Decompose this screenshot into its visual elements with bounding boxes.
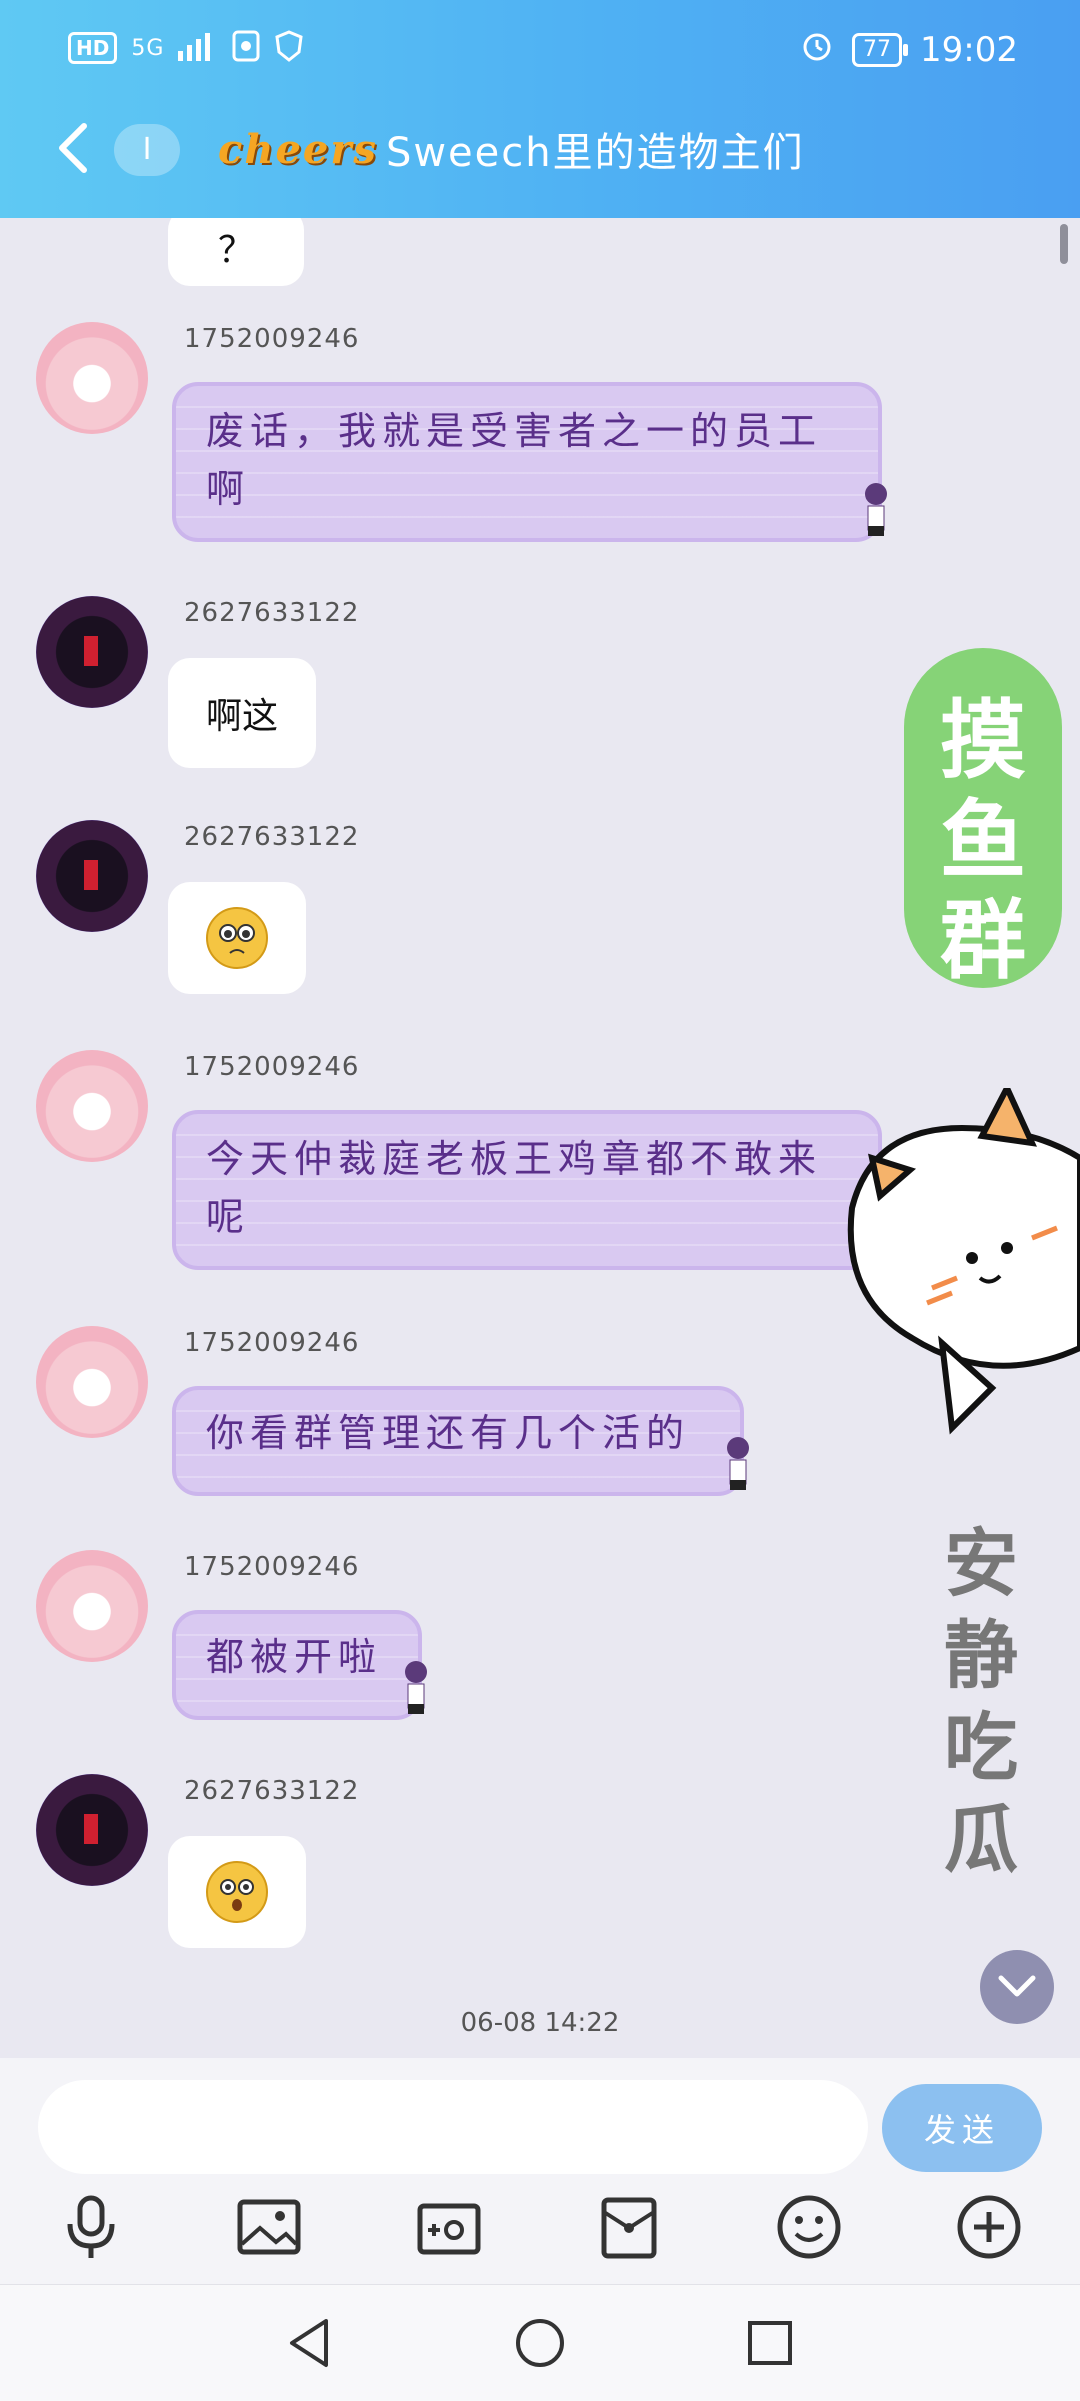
message-bubble[interactable] (168, 1836, 306, 1948)
status-bar: HD 5G 77 19:02 (0, 0, 1080, 105)
photo-icon[interactable] (234, 2192, 304, 2262)
home-circle-icon[interactable] (510, 2313, 570, 2373)
message-bubble[interactable]: 今天仲裁庭老板王鸡章都不敢来呢 (172, 1110, 887, 1270)
girl-decoration-icon (718, 1434, 758, 1504)
message-bubble[interactable]: 你看群管理还有几个活的 (172, 1386, 749, 1496)
quiet-eating-sticker: 安 静 吃 瓜 (944, 1518, 1034, 1886)
message-text: ？ (218, 230, 255, 271)
avatar[interactable] (36, 596, 148, 708)
sender-name: 1752009246 (184, 1552, 360, 1582)
status-right: 77 19:02 (800, 28, 1018, 71)
battery-indicator: 77 (852, 32, 909, 67)
girl-decoration-icon (396, 1658, 436, 1728)
sender-name: 2627633122 (184, 822, 360, 852)
avatar[interactable] (36, 820, 148, 932)
microphone-icon[interactable] (56, 2192, 126, 2262)
clock: 19:02 (920, 29, 1018, 70)
red-packet-icon[interactable] (594, 2192, 664, 2262)
signal-bars-icon (178, 31, 218, 65)
scroll-to-bottom-button[interactable] (980, 1950, 1054, 2024)
top-bar: HD 5G 77 19:02 I cheers Sweech里的造物主们 (0, 0, 1080, 218)
plus-icon[interactable] (954, 2192, 1024, 2262)
shield-icon (274, 30, 304, 66)
chat-title[interactable]: cheers Sweech里的造物主们 (218, 120, 805, 178)
timestamp: 06-08 14:22 (460, 2008, 620, 2038)
girl-decoration-icon (856, 480, 896, 550)
message-text: 啊这 (206, 696, 279, 737)
fishing-group-sticker: 摸 鱼 群 (904, 648, 1062, 991)
message-bubble-partial[interactable]: ？ (168, 218, 305, 286)
message-text: 废话，我就是受害者之一的员工啊 (206, 409, 823, 511)
sender-name: 2627633122 (184, 598, 360, 628)
smile-icon[interactable] (774, 2192, 844, 2262)
sticker-char: 吃 (944, 1705, 1018, 1791)
system-nav-bar (0, 2284, 1080, 2401)
chat-message-list[interactable]: ？ 1752009246 废话，我就是受害者之一的员工啊 2627633122 … (0, 218, 1080, 2058)
avatar[interactable] (36, 322, 148, 434)
recent-square-icon[interactable] (740, 2313, 800, 2373)
avatar[interactable] (36, 1550, 148, 1662)
message-text: 今天仲裁庭老板王鸡章都不敢来呢 (206, 1137, 823, 1239)
scrollbar[interactable] (1060, 224, 1068, 264)
sender-name: 1752009246 (184, 1328, 360, 1358)
message-bubble[interactable] (168, 882, 306, 994)
message-text: 你看群管理还有几个活的 (206, 1411, 691, 1455)
sticker-char: 安 (944, 1521, 1018, 1607)
sender-name: 1752009246 (184, 1052, 360, 1082)
pleading-face-icon (206, 907, 268, 969)
camera-icon[interactable] (414, 2192, 484, 2262)
message-bubble[interactable]: 都被开啦 (172, 1610, 427, 1720)
sticker-char: 群 (940, 891, 1026, 991)
alarm-icon (800, 28, 834, 71)
avatar[interactable] (36, 1326, 148, 1438)
message-text: 都被开啦 (206, 1635, 383, 1679)
sender-name: 2627633122 (184, 1776, 360, 1806)
input-bar: 发送 (0, 2058, 1080, 2284)
unread-count-pill[interactable]: I (114, 124, 180, 176)
group-name: Sweech里的造物主们 (385, 130, 805, 176)
sender-name: 1752009246 (184, 324, 360, 354)
message-bubble[interactable]: 废话，我就是受害者之一的员工啊 (172, 382, 887, 542)
chevron-left-icon[interactable] (52, 120, 92, 186)
back-triangle-icon[interactable] (280, 2313, 340, 2373)
send-button[interactable]: 发送 (882, 2084, 1042, 2172)
cat-sticker-icon (832, 1081, 1080, 1448)
sticker-char: 静 (944, 1613, 1018, 1699)
message-input[interactable] (38, 2080, 868, 2174)
hd-badge: HD (68, 32, 118, 64)
avatar[interactable] (36, 1050, 148, 1162)
status-left: HD 5G (68, 30, 304, 66)
avatar[interactable] (36, 1774, 148, 1886)
message-bubble[interactable]: 啊这 (168, 658, 317, 768)
network-signal: 5G (131, 35, 165, 61)
input-toolbar (0, 2186, 1080, 2276)
cheers-logo: cheers (218, 125, 378, 173)
sticker-char: 瓜 (944, 1797, 1018, 1883)
app-notification-icon (232, 30, 260, 66)
flushed-face-icon (206, 1861, 268, 1923)
